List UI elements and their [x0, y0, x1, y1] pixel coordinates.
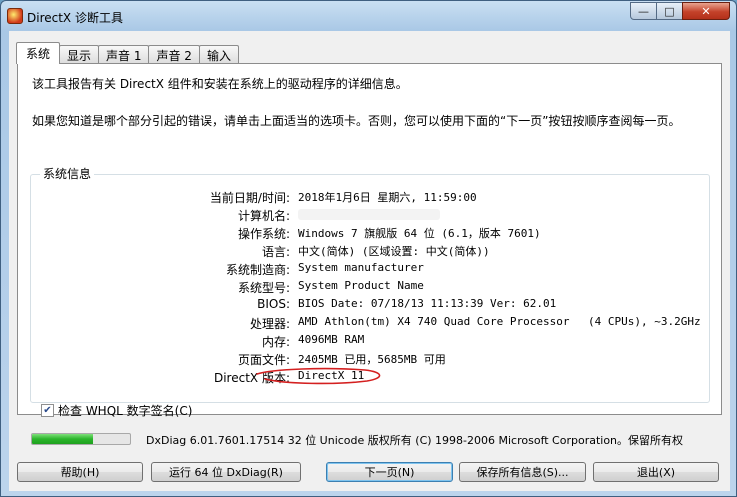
tab-system[interactable]: 系统 — [16, 42, 61, 64]
directx-app-icon — [7, 8, 23, 24]
info-row-memory: 内存: 4096MB RAM — [18, 333, 708, 349]
info-row-manufacturer: 系统制造商: System manufacturer — [18, 261, 708, 277]
intro-text-1: 该工具报告有关 DirectX 组件和安装在系统上的驱动程序的详细信息。 — [32, 77, 408, 91]
info-label: BIOS: — [257, 297, 290, 311]
info-label: 当前日期/时间: — [209, 191, 290, 205]
info-value: 4096MB RAM — [298, 333, 365, 346]
redaction-block — [298, 208, 440, 220]
close-button[interactable]: ✕ — [682, 2, 730, 20]
system-info-title: 系统信息 — [40, 165, 95, 182]
progress-fill — [32, 434, 93, 444]
info-row-model: 系统型号: System Product Name — [18, 279, 708, 295]
info-value: System manufacturer — [298, 261, 424, 274]
info-value: System Product Name — [298, 279, 424, 292]
info-label: 内存: — [261, 335, 290, 349]
save-all-info-button[interactable]: 保存所有信息(S)... — [459, 462, 586, 482]
dxdiag-window: DirectX 诊断工具 — □ ✕ 系统 显示 声音 1 声音 2 输入 该工… — [0, 0, 737, 497]
red-annotation-circle — [256, 367, 381, 385]
help-button[interactable]: 帮助(H) — [17, 462, 143, 482]
tab-input[interactable]: 输入 — [198, 45, 239, 64]
info-value-redacted — [298, 207, 440, 220]
info-row-language: 语言: 中文(简体) (区域设置: 中文(简体)) — [18, 243, 708, 259]
whql-checkbox[interactable]: ✔ — [41, 404, 54, 417]
title-bar[interactable]: DirectX 诊断工具 — □ ✕ — [1, 1, 736, 31]
tab-sound-1[interactable]: 声音 1 — [98, 45, 150, 64]
info-row-processor: 处理器: AMD Athlon(tm) X4 740 Quad Core Pro… — [18, 315, 708, 331]
info-label: 语言: — [261, 245, 290, 259]
info-value: 2018年1月6日 星期六, 11:59:00 — [298, 191, 477, 204]
info-value: 中文(简体) (区域设置: 中文(简体)) — [298, 245, 490, 258]
exit-button[interactable]: 退出(X) — [593, 462, 719, 482]
info-value: 2405MB 已用，5685MB 可用 — [298, 353, 446, 366]
system-tab-panel: 该工具报告有关 DirectX 组件和安装在系统上的驱动程序的详细信息。 如果您… — [17, 63, 722, 415]
info-label: 页面文件: — [237, 353, 290, 367]
minimize-button[interactable]: — — [630, 2, 657, 20]
whql-label: 检查 WHQL 数字签名(C) — [58, 404, 193, 418]
run-64bit-dxdiag-button[interactable]: 运行 64 位 DxDiag(R) — [151, 462, 301, 482]
info-value: BIOS Date: 07/18/13 11:13:39 Ver: 62.01 — [298, 297, 557, 310]
progress-bar — [31, 433, 131, 445]
tab-sound-2[interactable]: 声音 2 — [148, 45, 200, 64]
info-value: Windows 7 旗舰版 64 位 (6.1，版本 7601) — [298, 227, 541, 240]
info-label: 计算机名: — [237, 209, 290, 223]
info-label: 处理器: — [249, 317, 290, 331]
tab-strip: 系统 显示 声音 1 声音 2 输入 — [16, 42, 239, 64]
maximize-button[interactable]: □ — [656, 2, 683, 20]
info-row-os: 操作系统: Windows 7 旗舰版 64 位 (6.1，版本 7601) — [18, 225, 708, 241]
info-label: 系统制造商: — [225, 263, 290, 277]
whql-checkbox-row[interactable]: ✔ 检查 WHQL 数字签名(C) — [41, 402, 192, 419]
cpu-count-speed: (4 CPUs), ~3.2GHz — [588, 315, 701, 328]
info-value: AMD Athlon(tm) X4 740 Quad Core Processo… — [298, 315, 570, 328]
info-row-datetime: 当前日期/时间: 2018年1月6日 星期六, 11:59:00 — [18, 189, 708, 205]
client-area: 系统 显示 声音 1 声音 2 输入 该工具报告有关 DirectX 组件和安装… — [9, 31, 730, 491]
tab-display[interactable]: 显示 — [59, 45, 100, 64]
info-row-bios: BIOS: BIOS Date: 07/18/13 11:13:39 Ver: … — [18, 297, 708, 313]
info-label: 系统型号: — [237, 281, 290, 295]
info-row-page-file: 页面文件: 2405MB 已用，5685MB 可用 — [18, 351, 708, 367]
info-row-computer-name: 计算机名: — [18, 207, 708, 223]
next-page-button[interactable]: 下一页(N) — [326, 462, 453, 482]
info-label: 操作系统: — [237, 227, 290, 241]
window-title: DirectX 诊断工具 — [27, 11, 123, 25]
copyright-text: DxDiag 6.01.7601.17514 32 位 Unicode 版权所有… — [146, 434, 684, 447]
intro-text-2: 如果您知道是哪个部分引起的错误，请单击上面适当的选项卡。否则，您可以使用下面的“… — [32, 114, 681, 128]
